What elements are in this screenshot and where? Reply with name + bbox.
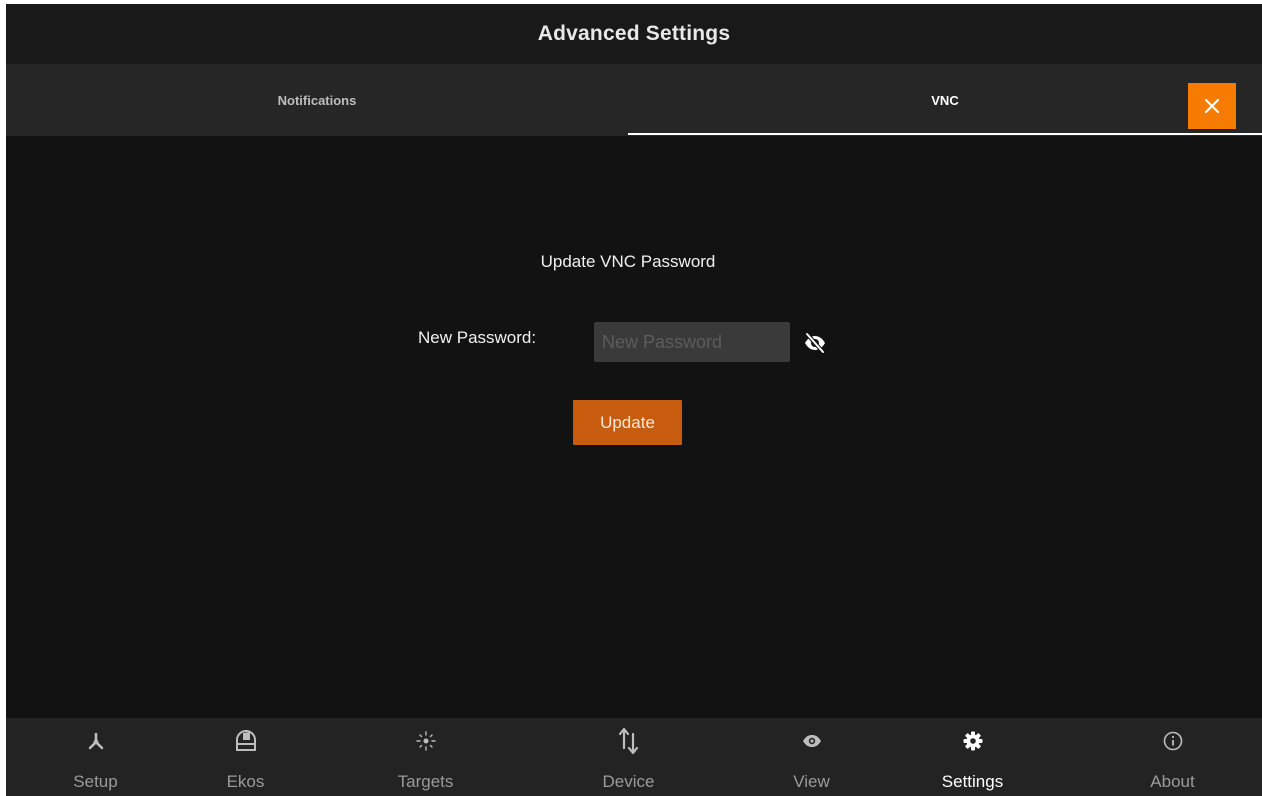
tab-vnc[interactable]: VNC [628, 64, 1262, 136]
eye-icon [802, 735, 821, 747]
nav-item-settings[interactable]: Settings [883, 718, 1062, 796]
title-bar: Advanced Settings [6, 4, 1262, 64]
nav-label-targets: Targets [397, 772, 454, 791]
nav-label-view: View [793, 772, 830, 791]
nav-label-about: About [1150, 772, 1195, 791]
password-visibility-toggle[interactable] [803, 332, 827, 354]
nav-label-settings: Settings [941, 772, 1004, 791]
nav-label-device: Device [602, 772, 655, 791]
nav-item-ekos[interactable]: Ekos [156, 718, 335, 796]
nav-item-device[interactable]: Device [539, 718, 718, 796]
bottom-navigation: Setup Ekos Targets Device View Settings … [6, 718, 1262, 796]
close-icon [1204, 98, 1220, 114]
nav-label-ekos: Ekos [226, 772, 265, 791]
device-icon [618, 727, 638, 755]
vnc-panel: Update VNC Password New Password: Update [6, 136, 1262, 718]
nav-item-targets[interactable]: Targets [336, 718, 515, 796]
setup-icon [88, 732, 103, 750]
section-title: Update VNC Password [540, 252, 716, 271]
info-icon [1163, 731, 1182, 751]
nav-item-view[interactable]: View [722, 718, 901, 796]
gear-icon [963, 731, 982, 751]
app-window: Advanced Settings Notifications VNC Upda… [6, 4, 1262, 796]
nav-item-about[interactable]: About [1083, 718, 1262, 796]
update-button[interactable]: Update [573, 400, 682, 445]
tab-selected-indicator [628, 133, 1262, 135]
close-button[interactable] [1188, 83, 1236, 129]
password-label: New Password: [418, 328, 537, 347]
eye-off-icon [805, 332, 825, 354]
new-password-input[interactable] [594, 322, 790, 362]
page-title: Advanced Settings [537, 22, 731, 45]
tab-notifications[interactable]: Notifications [6, 64, 628, 136]
ekos-icon [235, 730, 256, 751]
targets-icon [415, 731, 436, 751]
tab-bar: Notifications VNC [6, 64, 1262, 136]
